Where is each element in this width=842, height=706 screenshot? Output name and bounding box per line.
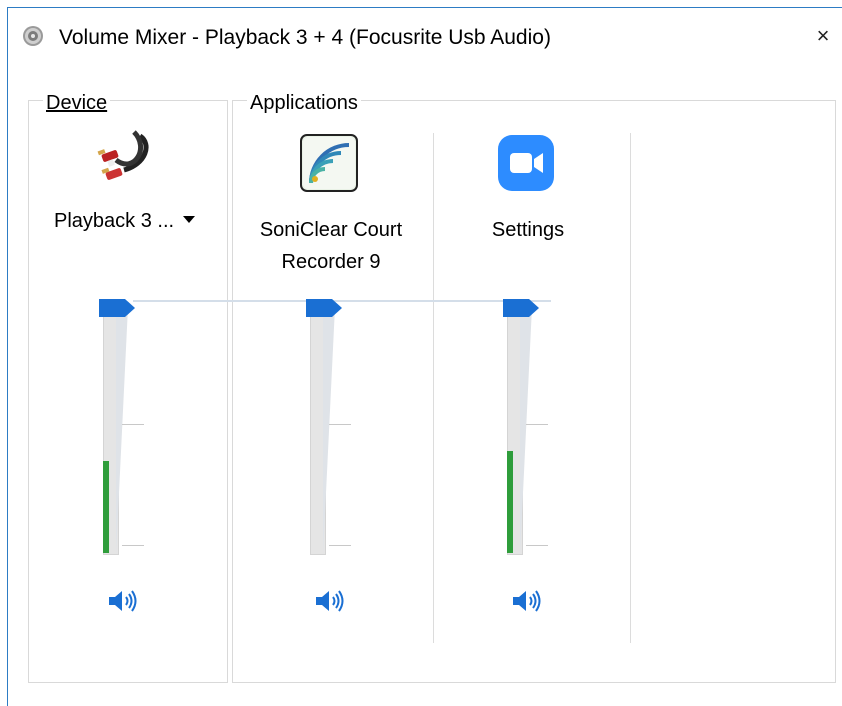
app-name-line2: Recorder 9 xyxy=(281,251,381,273)
settings-volume-slider[interactable] xyxy=(503,291,563,561)
volume-wedge xyxy=(323,307,335,555)
applications-group-label: Applications xyxy=(247,92,361,115)
speaker-app-icon xyxy=(23,26,43,46)
zoom-camera-icon xyxy=(498,135,554,191)
speaker-icon xyxy=(513,590,541,612)
slider-thumb[interactable] xyxy=(99,299,135,317)
app-name-line1: Settings xyxy=(491,219,565,241)
settings-mute-button[interactable] xyxy=(511,588,543,614)
tick-mark xyxy=(329,545,351,546)
device-group-label: Device xyxy=(43,92,111,115)
window-title: Volume Mixer - Playback 3 + 4 (Focusrite… xyxy=(59,26,551,49)
app-name-line1: SoniClear Court xyxy=(259,219,403,241)
tick-mark xyxy=(122,424,144,425)
device-name: Playback 3 ... xyxy=(54,210,175,232)
tick-mark xyxy=(526,545,548,546)
slider-thumb[interactable] xyxy=(503,299,539,317)
tick-mark xyxy=(526,424,548,425)
slider-thumb[interactable] xyxy=(306,299,342,317)
app-separator-1 xyxy=(433,133,434,643)
volume-wedge xyxy=(116,307,128,555)
device-volume-slider[interactable] xyxy=(99,291,159,561)
soniclear-mute-button[interactable] xyxy=(314,588,346,614)
device-mute-button[interactable] xyxy=(107,588,139,614)
device-group-label-text: Device xyxy=(46,92,108,114)
speaker-icon xyxy=(109,590,137,612)
volume-mixer-window: Volume Mixer - Playback 3 + 4 (Focusrite… xyxy=(7,7,842,706)
title-bar: Volume Mixer - Playback 3 + 4 (Focusrite… xyxy=(8,8,842,66)
speaker-icon xyxy=(316,590,344,612)
app-name-settings: Settings xyxy=(433,214,623,246)
app-name-soniclear: SoniClear Court Recorder 9 xyxy=(236,214,426,278)
soniclear-icon xyxy=(300,134,358,192)
device-peak-meter xyxy=(103,461,109,553)
tick-mark xyxy=(329,424,351,425)
volume-wedge xyxy=(520,307,532,555)
soniclear-volume-slider[interactable] xyxy=(306,291,366,561)
app-separator-2 xyxy=(630,133,631,643)
chevron-down-icon xyxy=(183,216,196,224)
rca-cable-icon xyxy=(97,130,149,180)
device-selector[interactable]: Playback 3 ... xyxy=(54,210,196,233)
settings-peak-meter xyxy=(507,451,513,553)
tick-mark xyxy=(122,545,144,546)
close-button[interactable]: × xyxy=(806,22,840,50)
